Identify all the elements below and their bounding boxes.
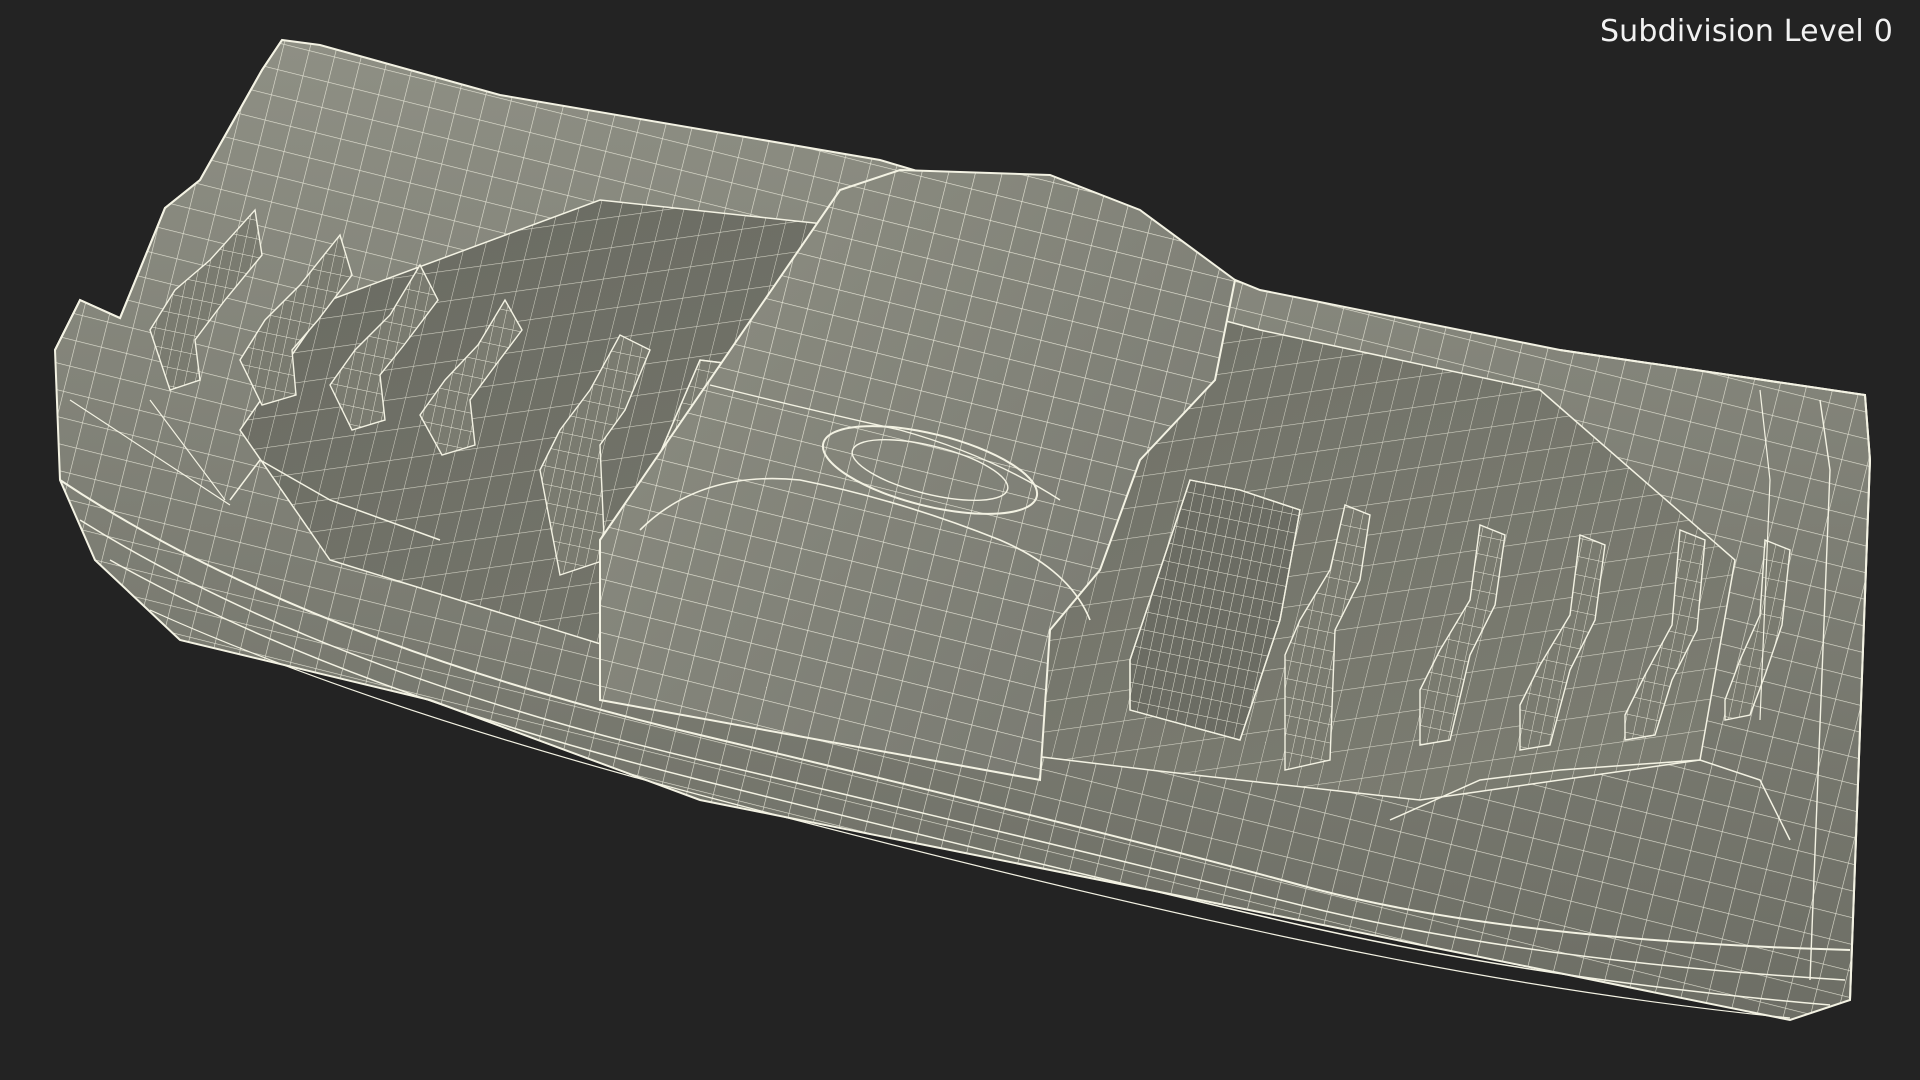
subdivision-level-label: Subdivision Level 0	[1599, 14, 1893, 49]
3d-viewport[interactable]: Subdivision Level 0	[0, 0, 1920, 1080]
wireframe-model	[53, 38, 1872, 1022]
